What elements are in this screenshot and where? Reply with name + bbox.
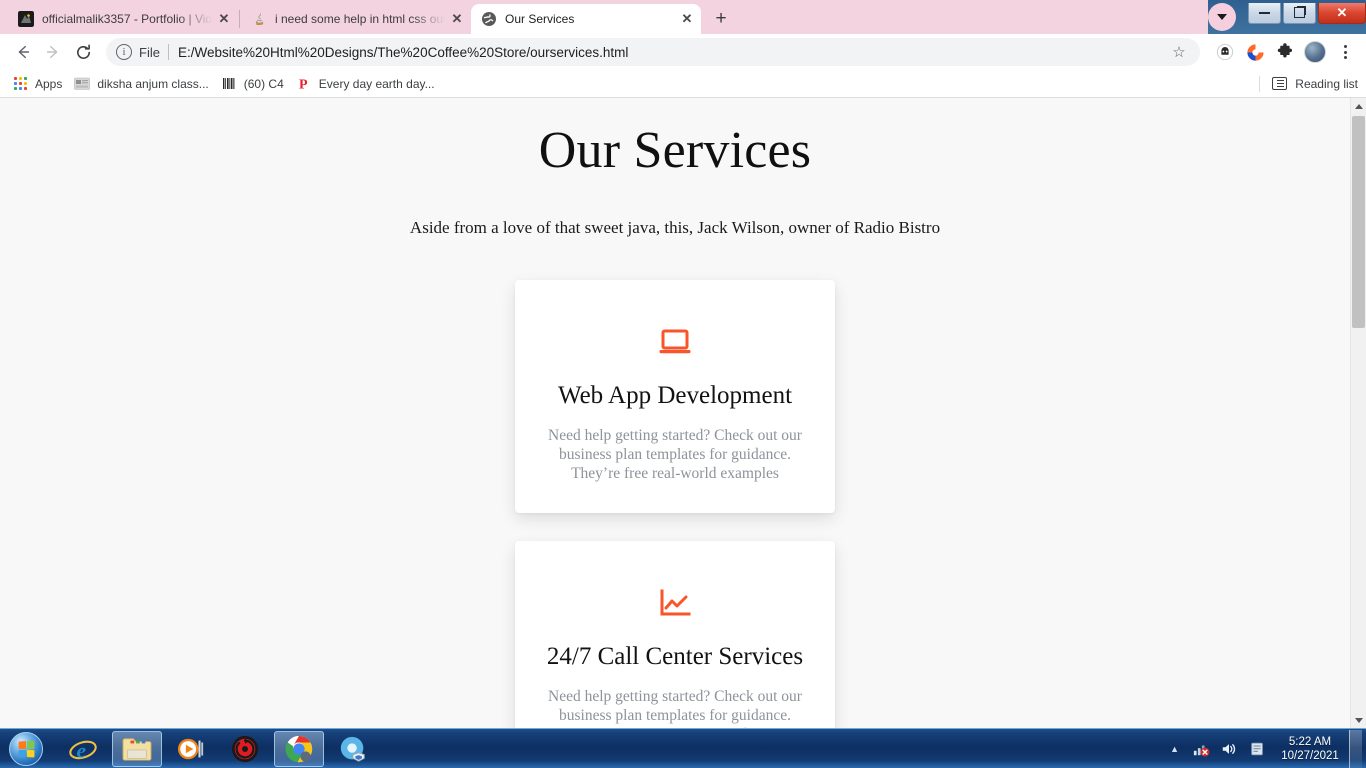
- action-center-icon[interactable]: [1246, 738, 1268, 760]
- avatar-image: [1304, 41, 1326, 63]
- p-letter-favicon: P: [296, 76, 312, 92]
- globe-favicon: [481, 11, 497, 27]
- service-card-text: Need help getting started? Check out our…: [548, 427, 802, 482]
- start-button[interactable]: [2, 730, 50, 768]
- reading-list-icon: [1272, 77, 1288, 90]
- page-title: Our Services: [538, 122, 812, 179]
- minimize-icon: [1259, 11, 1270, 14]
- desktop-screen: officialmalik3357 - Portfolio | Vid ✕ i …: [0, 0, 1366, 768]
- clock-time: 5:22 AM: [1288, 736, 1332, 748]
- scrollbar-thumb[interactable]: [1352, 116, 1365, 328]
- file-explorer-taskbar-icon[interactable]: [112, 730, 162, 767]
- browser-tab-1-close-icon[interactable]: ✕: [216, 11, 232, 27]
- security-taskbar-icon[interactable]: [328, 731, 378, 767]
- bookmark-star-icon[interactable]: ☆: [1166, 39, 1192, 65]
- dark-circle-extension-icon[interactable]: [1212, 39, 1238, 65]
- scrollbar-down-arrow[interactable]: [1351, 712, 1366, 728]
- windows-taskbar: e ▲ 5:22 AM 10/27/2021: [0, 728, 1366, 768]
- network-disconnected-icon[interactable]: [1190, 738, 1212, 760]
- browser-tab-1[interactable]: officialmalik3357 - Portfolio | Vid ✕: [8, 4, 238, 34]
- scrollbar-up-arrow[interactable]: [1351, 98, 1366, 114]
- bookmark-c4-label: (60) C4: [243, 76, 284, 91]
- internet-explorer-taskbar-icon[interactable]: e: [58, 731, 108, 767]
- bookmarks-divider: [1259, 75, 1261, 92]
- browser-tab-2-close-icon[interactable]: ✕: [449, 11, 465, 27]
- reading-list-button[interactable]: Reading list: [1259, 70, 1358, 98]
- java-favicon: [251, 11, 267, 27]
- browser-tab-1-title: officialmalik3357 - Portfolio | Vid: [42, 12, 212, 26]
- tab-separator-1: [239, 10, 240, 28]
- page-info-icon[interactable]: i: [116, 44, 132, 60]
- restore-icon: [1294, 7, 1305, 18]
- web-page-content: Our Services Aside from a love of that s…: [0, 98, 1350, 728]
- page-scrollbar[interactable]: [1350, 98, 1366, 728]
- browser-tab-3-title: Our Services: [505, 12, 575, 26]
- laptop-icon: [541, 326, 809, 360]
- apps-grid-icon: [12, 76, 28, 92]
- bookmark-classroom[interactable]: diksha anjum class...: [70, 73, 216, 95]
- chrome-menu-button[interactable]: [1332, 39, 1358, 65]
- svg-text:P: P: [299, 78, 308, 92]
- page-viewport: Our Services Aside from a love of that s…: [0, 98, 1366, 728]
- line-chart-icon: [541, 587, 809, 621]
- url-scheme-label: File: [139, 44, 160, 60]
- window-buttons: ✕: [1248, 2, 1366, 27]
- browser-tab-2[interactable]: i need some help in html css our ✕: [241, 4, 471, 34]
- bookmark-apps[interactable]: Apps: [8, 73, 70, 95]
- new-tab-button[interactable]: +: [707, 4, 735, 32]
- browser-tab-3-close-icon[interactable]: ✕: [679, 11, 695, 27]
- bookmark-c4[interactable]: (60) C4: [217, 73, 292, 95]
- service-card-call-center-services[interactable]: 24/7 Call Center Services Need help gett…: [515, 541, 835, 728]
- back-button[interactable]: [8, 37, 38, 67]
- browser-toolbar: i File E:/Website%20Html%20Designs/The%2…: [0, 34, 1366, 70]
- service-card-title: 24/7 Call Center Services: [546, 643, 804, 670]
- omnibox-divider: [167, 44, 169, 60]
- taskbar-clock[interactable]: 5:22 AM 10/27/2021: [1279, 735, 1341, 763]
- reload-button[interactable]: [68, 37, 98, 67]
- forward-button[interactable]: [38, 37, 68, 67]
- close-window-button[interactable]: ✕: [1318, 2, 1366, 24]
- three-dots-icon: [1343, 45, 1347, 59]
- bookmarks-bar: Apps diksha anjum class... (60) C4 P Eve…: [0, 70, 1366, 98]
- show-hidden-icons-button[interactable]: ▲: [1170, 744, 1179, 754]
- svg-text:e: e: [76, 738, 86, 762]
- service-card-title: Web App Development: [557, 382, 793, 409]
- taskbar-app-list: e: [58, 730, 378, 767]
- chrome-browser-window: officialmalik3357 - Portfolio | Vid ✕ i …: [0, 0, 1366, 728]
- reading-list-label: Reading list: [1295, 76, 1358, 91]
- grammarly-extension-icon[interactable]: [1242, 39, 1268, 65]
- portfolio-favicon: [18, 11, 34, 27]
- service-card-text: Need help getting started? Check out our…: [548, 688, 802, 728]
- red-recovery-taskbar-icon[interactable]: [220, 731, 270, 767]
- puzzle-extensions-icon[interactable]: [1272, 39, 1298, 65]
- services-card-list: Web App Development Need help getting st…: [0, 280, 1350, 728]
- browser-tab-3-active[interactable]: Our Services ✕: [471, 4, 701, 34]
- barcode-favicon: [221, 76, 237, 92]
- maximize-button[interactable]: [1283, 2, 1316, 24]
- media-player-taskbar-icon[interactable]: [166, 731, 216, 767]
- bookmark-earth-day-label: Every day earth day...: [318, 76, 435, 91]
- chevron-down-icon: [1217, 14, 1227, 20]
- classroom-favicon: [74, 76, 91, 92]
- windows-logo-icon: [9, 731, 43, 766]
- clock-date: 10/27/2021: [1281, 750, 1339, 762]
- window-right-controls: ✕: [1208, 0, 1366, 34]
- page-subtitle: Aside from a love of that sweet java, th…: [409, 218, 941, 237]
- bookmark-apps-label: Apps: [35, 76, 63, 91]
- show-desktop-button[interactable]: [1349, 730, 1362, 768]
- bookmark-earth-day[interactable]: P Every day earth day...: [292, 73, 443, 95]
- address-bar[interactable]: i File E:/Website%20Html%20Designs/The%2…: [106, 38, 1200, 66]
- tab-strip: officialmalik3357 - Portfolio | Vid ✕ i …: [0, 0, 1366, 34]
- url-text: E:/Website%20Html%20Designs/The%20Coffee…: [177, 44, 629, 60]
- chrome-taskbar-icon[interactable]: [274, 730, 324, 767]
- profile-avatar[interactable]: [1302, 39, 1328, 65]
- minimize-button[interactable]: [1248, 2, 1281, 24]
- service-card-web-app-development[interactable]: Web App Development Need help getting st…: [515, 280, 835, 513]
- system-tray: ▲ 5:22 AM 10/27/2021: [1166, 729, 1366, 768]
- tab-search-button[interactable]: [1208, 3, 1236, 31]
- bookmark-classroom-label: diksha anjum class...: [97, 76, 209, 91]
- volume-icon[interactable]: [1218, 738, 1240, 760]
- browser-tab-2-title: i need some help in html css our: [275, 12, 445, 26]
